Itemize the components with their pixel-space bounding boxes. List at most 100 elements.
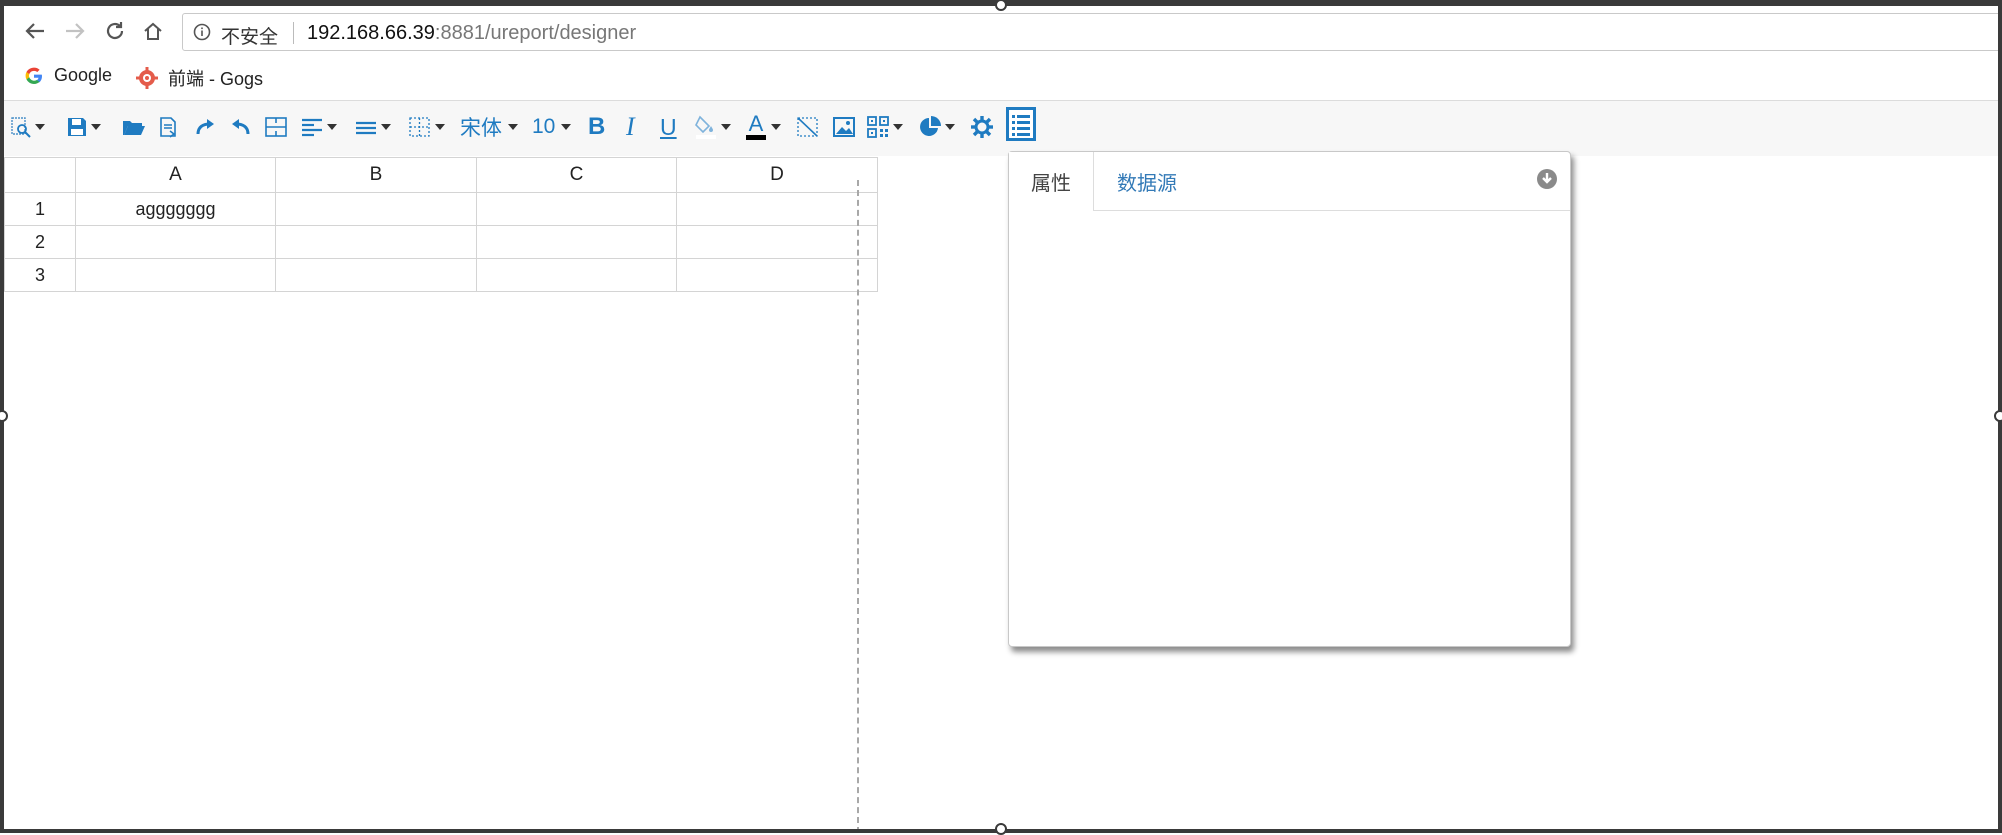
font-size-value: 10 — [532, 115, 556, 138]
align-dropdown[interactable] — [300, 111, 337, 143]
column-header[interactable]: D — [676, 157, 878, 193]
row-header[interactable]: 2 — [4, 225, 76, 259]
diagonal-slash-button[interactable] — [796, 111, 820, 143]
tab-datasource[interactable]: 数据源 — [1117, 152, 1177, 210]
grid-cell[interactable] — [275, 192, 477, 226]
valign-dropdown[interactable] — [354, 111, 391, 143]
url-bar[interactable]: 不安全 192.168.66.39:8881/ureport/designer — [182, 13, 2002, 51]
grid-cell[interactable] — [476, 192, 677, 226]
undo-button[interactable] — [230, 111, 252, 143]
property-panel-toggle[interactable] — [1006, 107, 1036, 141]
chart-dropdown[interactable] — [918, 111, 955, 143]
url-text[interactable]: 192.168.66.39:8881/ureport/designer — [307, 22, 636, 45]
preview-dropdown[interactable] — [10, 111, 45, 143]
redo-icon — [196, 119, 214, 135]
google-g-icon — [24, 66, 44, 86]
grid-cell[interactable] — [275, 258, 477, 292]
table-row: 3 — [4, 258, 878, 292]
image-icon — [833, 117, 855, 137]
fill-color-dropdown[interactable] — [694, 111, 731, 143]
bold-icon: B — [588, 113, 606, 140]
column-header[interactable]: B — [275, 157, 477, 193]
font-color-dropdown[interactable]: A — [744, 111, 781, 143]
url-separator — [293, 22, 294, 44]
paint-bucket-icon — [695, 115, 716, 139]
bookmark-google-label: Google — [54, 65, 113, 85]
save-dropdown[interactable] — [66, 111, 101, 143]
page-boundary-line — [857, 180, 859, 833]
import-file-icon — [160, 117, 176, 138]
home-button[interactable] — [138, 16, 168, 46]
row-header[interactable]: 3 — [4, 258, 76, 292]
table-row: 2 — [4, 225, 878, 259]
preview-icon — [11, 117, 31, 138]
underline-button[interactable]: U — [660, 111, 677, 143]
grid-cell[interactable]: aggggggg — [75, 192, 276, 226]
corner-cell[interactable] — [4, 157, 76, 193]
pie-chart-icon — [920, 116, 941, 136]
qrcode-dropdown[interactable] — [866, 111, 903, 143]
grid-cell[interactable] — [476, 225, 677, 259]
resize-handle-right[interactable] — [1994, 410, 2002, 422]
collapse-icon[interactable] — [1536, 168, 1558, 195]
column-header-row: A B C D — [4, 157, 878, 193]
resize-handle-left[interactable] — [0, 410, 8, 422]
folder-open-icon — [123, 121, 145, 135]
cell-slash-icon — [797, 117, 818, 137]
settings-button[interactable] — [970, 111, 994, 143]
open-button[interactable] — [122, 111, 146, 143]
border-icon — [409, 117, 430, 137]
underline-icon: U — [660, 113, 677, 140]
grid-cell[interactable] — [75, 225, 276, 259]
bookmarks-bar: Google 前端 - Gogs — [4, 55, 1998, 101]
arrow-left-icon — [25, 23, 44, 39]
security-label[interactable]: 不安全 — [221, 22, 278, 49]
svg-text:A: A — [749, 113, 764, 136]
import-button[interactable] — [158, 111, 180, 143]
row-header[interactable]: 1 — [4, 192, 76, 226]
resize-handle-bottom[interactable] — [995, 823, 1007, 835]
italic-button[interactable]: I — [626, 111, 635, 143]
home-icon — [144, 22, 162, 40]
redo-button[interactable] — [194, 111, 216, 143]
font-color-icon: A — [746, 113, 766, 140]
table-row: 1 aggggggg — [4, 192, 878, 226]
grid-cell[interactable] — [75, 258, 276, 292]
qrcode-icon — [867, 116, 889, 138]
bookmark-gogs[interactable]: 前端 - Gogs — [136, 65, 263, 91]
report-grid: A B C D 1 aggggggg 2 3 — [4, 157, 878, 292]
bookmark-google[interactable]: Google — [24, 65, 112, 86]
bookmark-gogs-label: 前端 - Gogs — [168, 69, 264, 89]
arrow-right-icon — [66, 23, 85, 39]
grid-cell[interactable] — [676, 258, 878, 292]
grid-cell[interactable] — [476, 258, 677, 292]
italic-icon: I — [626, 112, 635, 141]
list-panel-icon — [1006, 107, 1036, 141]
url-host: 192.168.66.39 — [307, 22, 435, 44]
undo-icon — [232, 119, 250, 135]
font-family-dropdown[interactable]: 宋体 — [460, 111, 518, 143]
merge-cells-icon — [265, 117, 287, 137]
font-size-dropdown[interactable]: 10 — [532, 111, 572, 143]
property-panel: 属性 数据源 — [1008, 151, 1571, 647]
grid-cell[interactable] — [676, 225, 878, 259]
gogs-icon — [136, 67, 158, 89]
forward-button[interactable] — [60, 16, 90, 46]
back-button[interactable] — [20, 16, 50, 46]
reload-button[interactable] — [100, 16, 130, 46]
insert-image-button[interactable] — [832, 111, 856, 143]
column-header[interactable]: A — [75, 157, 276, 193]
grid-cell[interactable] — [676, 192, 878, 226]
font-family-value: 宋体 — [460, 117, 502, 140]
grid-cell[interactable] — [275, 225, 477, 259]
panel-tabs: 属性 数据源 — [1009, 152, 1570, 211]
bold-button[interactable]: B — [588, 111, 605, 143]
url-path: :8881/ureport/designer — [434, 22, 637, 44]
reload-icon — [106, 22, 124, 40]
column-header[interactable]: C — [476, 157, 677, 193]
gear-icon — [971, 116, 993, 138]
tab-properties[interactable]: 属性 — [1009, 152, 1094, 211]
merge-cells-button[interactable] — [264, 111, 288, 143]
info-icon[interactable] — [193, 23, 211, 46]
border-dropdown[interactable] — [408, 111, 445, 143]
